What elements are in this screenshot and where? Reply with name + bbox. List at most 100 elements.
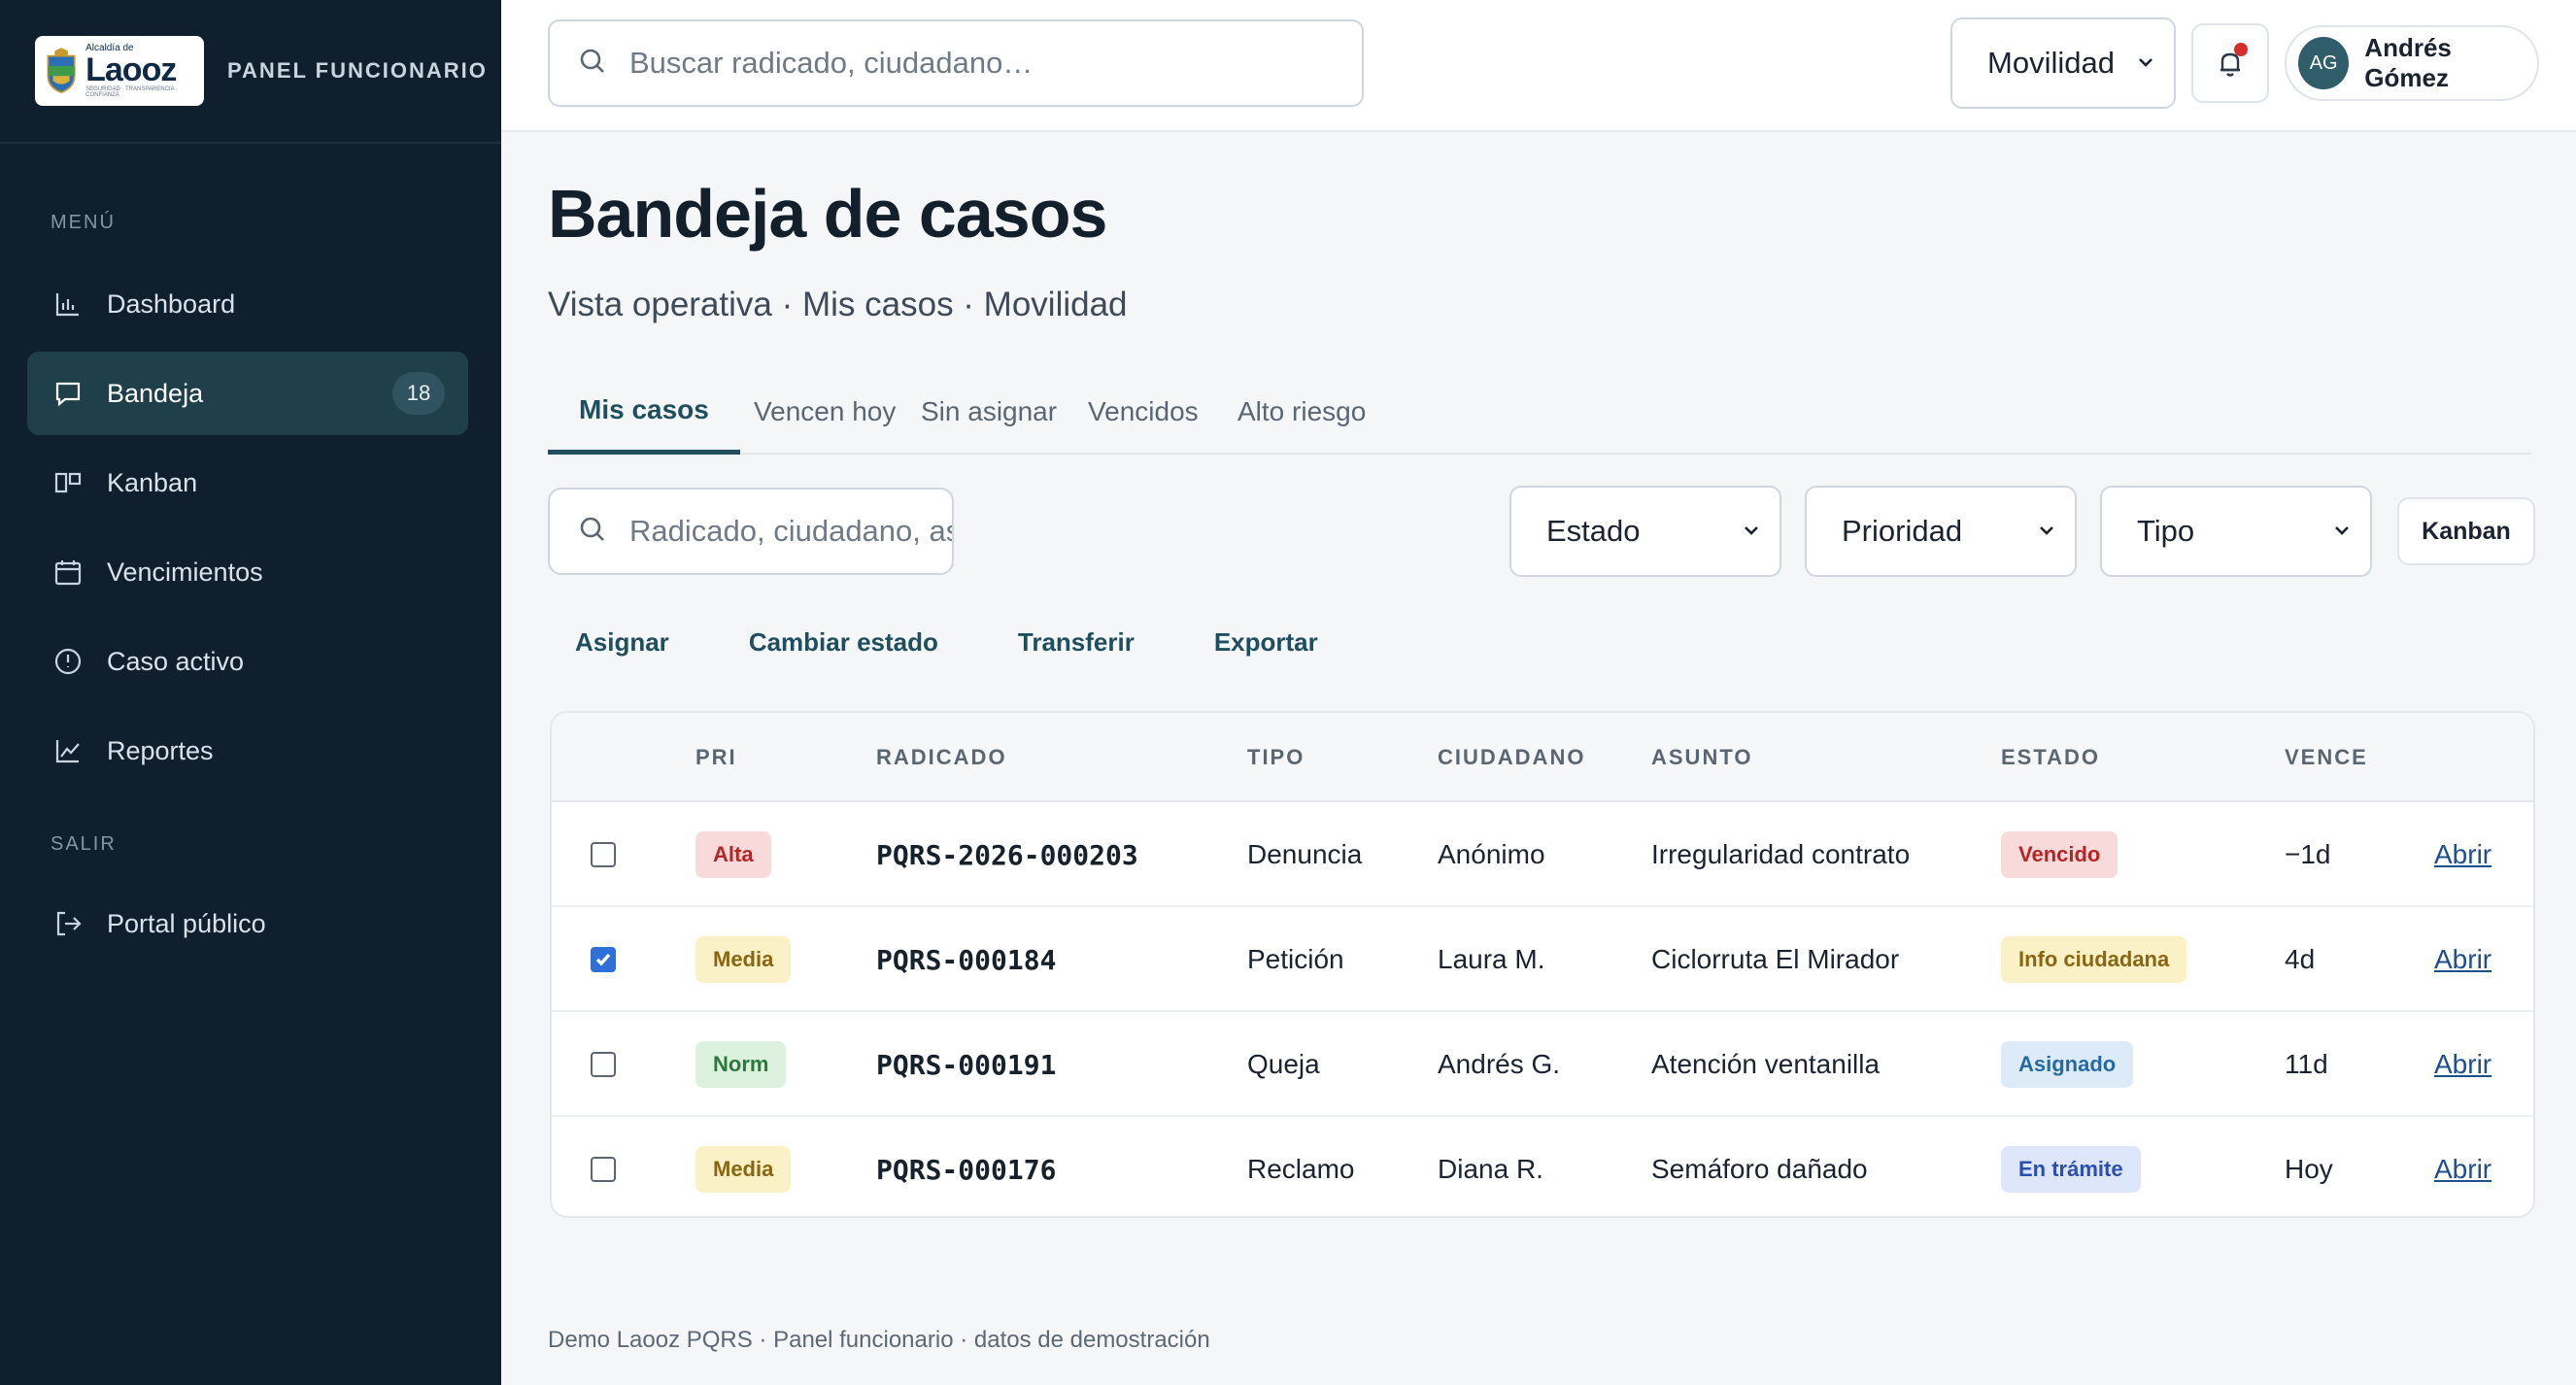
row-select-checkbox[interactable]: [591, 1157, 616, 1182]
open-case-link[interactable]: Abrir: [2434, 1117, 2491, 1216]
tipo-cell: Denuncia: [1247, 839, 1363, 869]
sidebar-item-vencimientos[interactable]: Vencimientos: [27, 530, 468, 614]
row-select-checkbox[interactable]: [591, 842, 616, 867]
department-select[interactable]: Movilidad: [1950, 17, 2176, 109]
tipo-filter-select[interactable]: Tipo: [2100, 486, 2372, 577]
alcaldia-logo[interactable]: Alcaldía de Laooz SEGURIDAD · TRANSPAREN…: [35, 36, 204, 106]
table-row[interactable]: Alta PQRS-2026-000203 Denuncia Anónimo I…: [552, 802, 2533, 907]
row-select-checkbox[interactable]: [591, 947, 616, 972]
global-search-input[interactable]: Buscar radicado, ciudadano…: [548, 19, 1364, 107]
table-row[interactable]: Media PQRS-000184 Petición Laura M. Cicl…: [552, 907, 2533, 1012]
column-header-tipo[interactable]: TIPO: [1247, 713, 1305, 802]
sidebar-item-label: Vencimientos: [107, 557, 263, 587]
sidebar: Alcaldía de Laooz SEGURIDAD · TRANSPAREN…: [0, 0, 501, 1385]
alert-circle-icon: [51, 644, 85, 679]
avatar: AG: [2298, 37, 2350, 89]
tipo-cell: Petición: [1247, 944, 1344, 974]
sidebar-item-reportes[interactable]: Reportes: [27, 709, 468, 793]
case-search-placeholder: Radicado, ciudadano, asunto: [629, 514, 952, 548]
column-header-estado[interactable]: ESTADO: [2001, 713, 2100, 802]
panel-label: PANEL FUNCIONARIO: [227, 58, 488, 83]
case-search-input[interactable]: Radicado, ciudadano, asunto: [548, 488, 954, 575]
priority-badge: Media: [695, 936, 792, 983]
table-row[interactable]: Norm PQRS-000191 Queja Andrés G. Atenció…: [552, 1012, 2533, 1117]
tipo-cell: Reclamo: [1247, 1154, 1355, 1184]
checkmark-icon: [595, 953, 611, 966]
status-badge: Vencido: [2001, 831, 2118, 878]
notifications-button[interactable]: [2191, 23, 2269, 103]
ciudadano-cell: Andrés G.: [1438, 1049, 1561, 1079]
asunto-cell: Semáforo dañado: [1651, 1154, 1868, 1184]
sidebar-item-label: Reportes: [107, 735, 214, 765]
priority-badge: Norm: [695, 1041, 787, 1088]
prioridad-filter-select[interactable]: Prioridad: [1805, 486, 2077, 577]
logo-wordmark: Alcaldía de Laooz SEGURIDAD · TRANSPAREN…: [85, 44, 194, 99]
vence-cell: Hoy: [2285, 1154, 2333, 1184]
asunto-cell: Irregularidad contrato: [1651, 839, 1911, 869]
estado-filter-value: Estado: [1546, 514, 1641, 548]
radicado-cell: PQRS-000176: [876, 1153, 1057, 1186]
column-header-vence[interactable]: VENCE: [2285, 713, 2368, 802]
brand-header: Alcaldía de Laooz SEGURIDAD · TRANSPAREN…: [0, 0, 501, 144]
change-status-button[interactable]: Cambiar estado: [722, 618, 966, 666]
radicado-cell: PQRS-000184: [876, 943, 1057, 976]
tab-vencidos[interactable]: Vencidos: [1057, 369, 1230, 455]
tipo-cell: Queja: [1247, 1049, 1320, 1079]
search-icon: [577, 46, 608, 82]
column-header-ciudadano[interactable]: CIUDADANO: [1438, 713, 1585, 802]
status-badge: En trámite: [2001, 1146, 2141, 1193]
page-title: Bandeja de casos: [548, 176, 1107, 252]
kanban-icon: [51, 465, 85, 500]
bulk-actions-bar: Asignar Cambiar estado Transferir Export…: [548, 618, 1371, 666]
row-select-checkbox[interactable]: [591, 1052, 616, 1077]
sidebar-item-bandeja[interactable]: Bandeja 18: [27, 352, 468, 435]
kanban-view-button[interactable]: Kanban: [2397, 497, 2535, 565]
vence-cell: 11d: [2285, 1049, 2328, 1079]
vence-cell: 4d: [2285, 944, 2316, 974]
sidebar-item-caso-activo[interactable]: Caso activo: [27, 620, 468, 703]
status-badge: Info ciudadana: [2001, 936, 2187, 983]
sidebar-item-portal-publico[interactable]: Portal público: [27, 882, 468, 965]
column-header-asunto[interactable]: ASUNTO: [1651, 713, 1753, 802]
footer-note: Demo Laooz PQRS · Panel funcionario · da…: [548, 1327, 1210, 1353]
ciudadano-cell: Diana R.: [1438, 1154, 1543, 1184]
tab-alto-riesgo[interactable]: Alto riesgo: [1206, 369, 1397, 455]
table-header: PRI RADICADO TIPO CIUDADANO ASUNTO ESTAD…: [552, 713, 2533, 802]
sidebar-item-kanban[interactable]: Kanban: [27, 441, 468, 524]
asunto-cell: Atención ventanilla: [1651, 1049, 1881, 1079]
open-case-link[interactable]: Abrir: [2434, 802, 2491, 907]
sidebar-item-label: Dashboard: [107, 288, 236, 319]
table-row[interactable]: Media PQRS-000176 Reclamo Diana R. Semáf…: [552, 1117, 2533, 1216]
logo-tagline: SEGURIDAD · TRANSPARENCIA · CONFIANZA: [85, 86, 178, 98]
column-header-pri[interactable]: PRI: [695, 713, 737, 802]
user-name: Andrés Gómez: [2364, 33, 2452, 92]
user-menu-button[interactable]: AG Andrés Gómez: [2285, 25, 2539, 101]
sidebar-item-label: Kanban: [107, 467, 198, 497]
transfer-button[interactable]: Transferir: [991, 618, 1162, 666]
column-header-radicado[interactable]: RADICADO: [876, 713, 1007, 802]
chevron-down-icon: [1741, 514, 1762, 549]
exit-section-label: SALIR: [51, 833, 117, 855]
topbar: Buscar radicado, ciudadano… Movilidad AG…: [501, 0, 2576, 132]
tipo-filter-value: Tipo: [2137, 514, 2195, 548]
sidebar-item-dashboard[interactable]: Dashboard: [27, 262, 468, 346]
tab-mis-casos[interactable]: Mis casos: [548, 369, 740, 455]
sidebar-item-label: Portal público: [107, 908, 266, 938]
inbox-icon: [51, 376, 85, 411]
open-case-link[interactable]: Abrir: [2434, 1012, 2491, 1117]
assign-button[interactable]: Asignar: [548, 618, 696, 666]
status-badge: Asignado: [2001, 1041, 2134, 1088]
department-value: Movilidad: [1987, 46, 2115, 80]
sidebar-item-label: Caso activo: [107, 646, 245, 676]
radicado-cell: PQRS-2026-000203: [876, 838, 1138, 871]
export-button[interactable]: Exportar: [1187, 618, 1345, 666]
open-case-link[interactable]: Abrir: [2434, 907, 2491, 1012]
radicado-cell: PQRS-000191: [876, 1048, 1057, 1081]
logout-icon: [51, 906, 85, 941]
notification-dot: [2234, 43, 2248, 56]
line-chart-icon: [51, 733, 85, 768]
bandeja-count-badge: 18: [392, 372, 445, 415]
estado-filter-select[interactable]: Estado: [1509, 486, 1781, 577]
calendar-icon: [51, 555, 85, 590]
chevron-down-icon: [2036, 514, 2057, 549]
